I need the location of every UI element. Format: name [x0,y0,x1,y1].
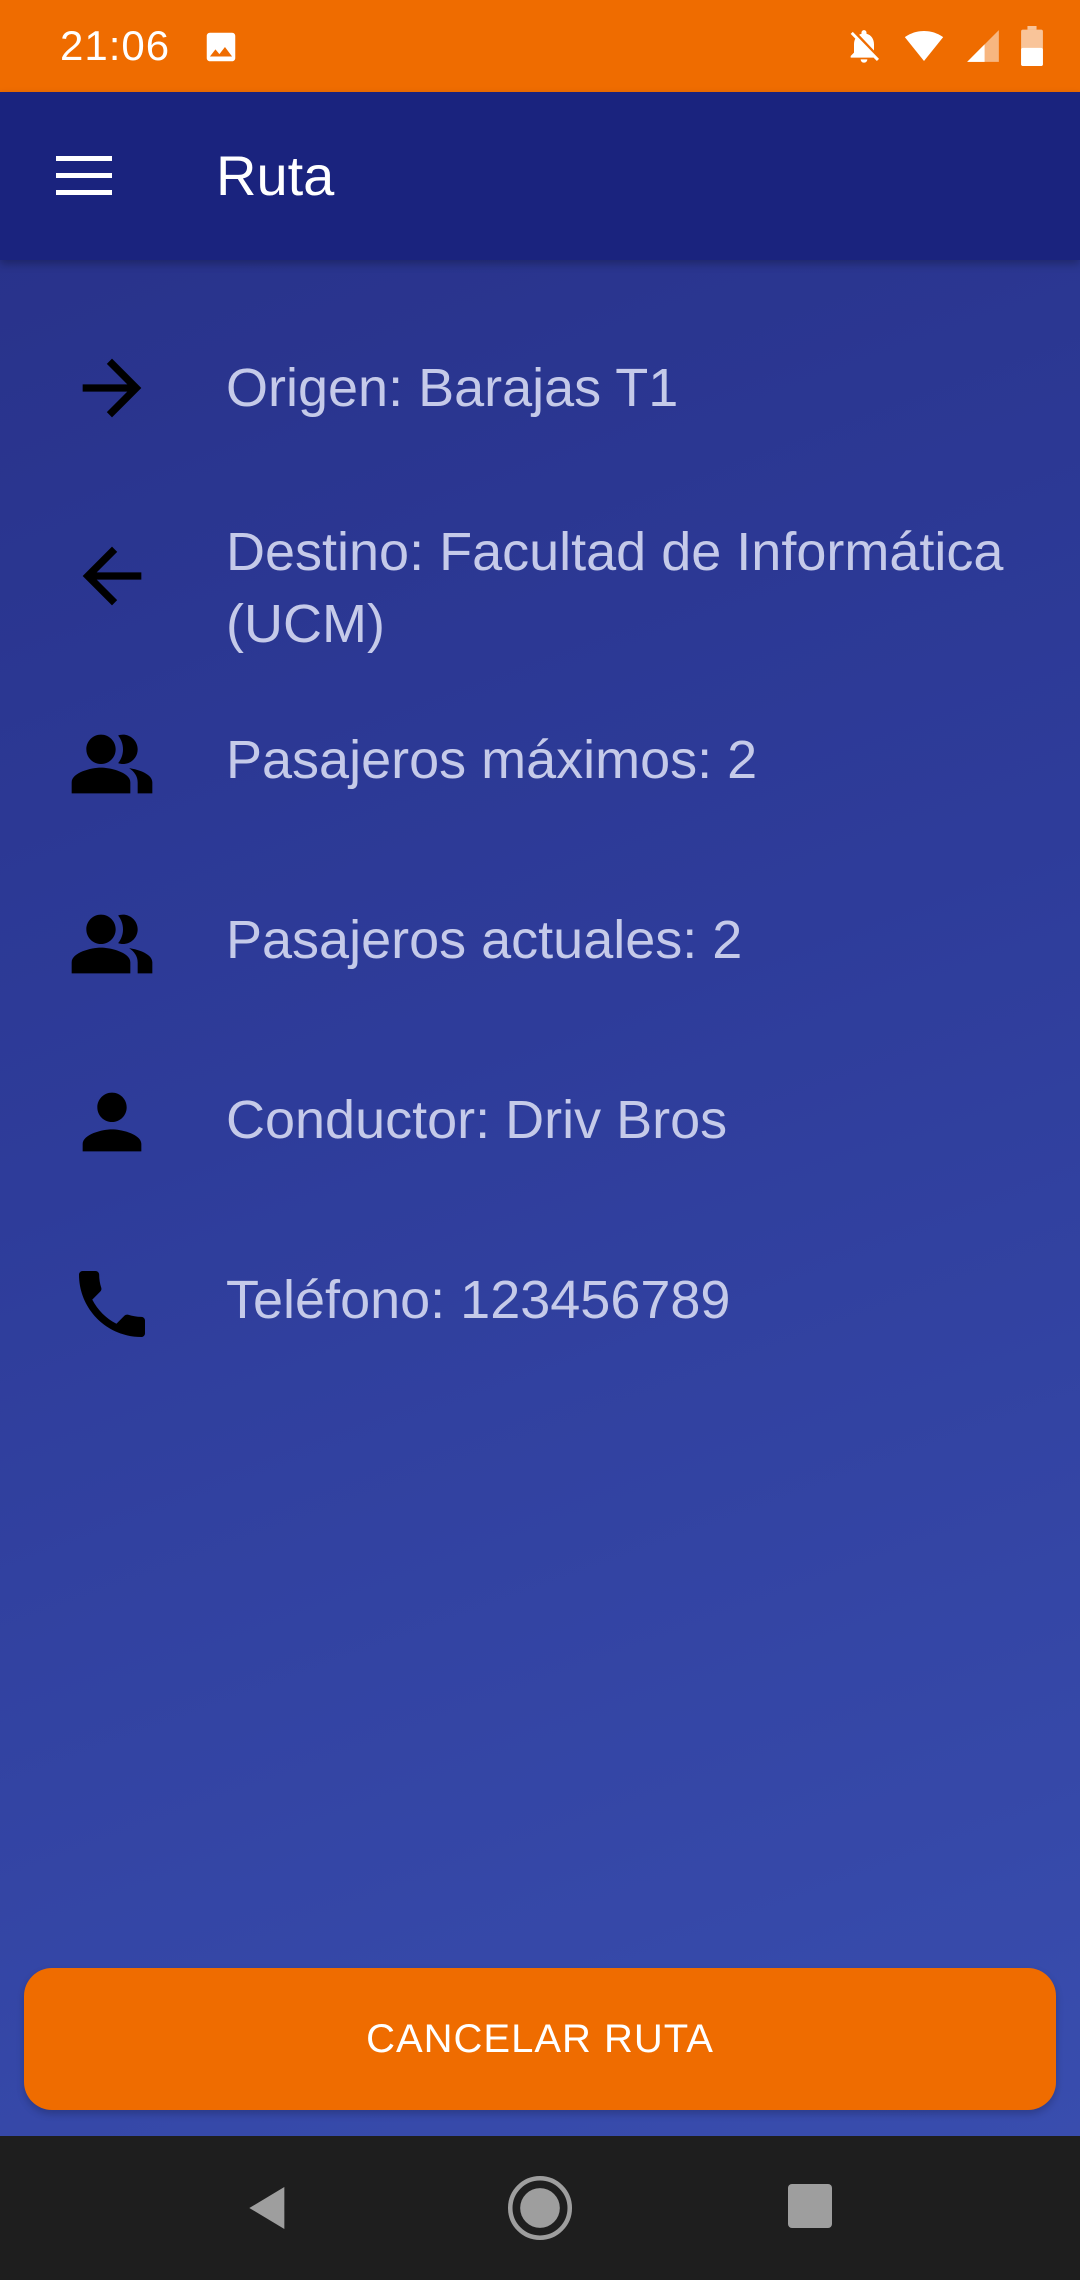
person-icon [82,1092,142,1152]
phone-text: Teléfono: 123456789 [226,1270,731,1330]
recents-icon[interactable] [786,2182,834,2230]
system-nav-bar [0,2136,1080,2280]
people-icon [71,914,153,974]
destination-text: Destino: Facultad de Informática (UCM) [226,522,1004,654]
current-passengers-text: Pasajeros actuales: 2 [226,910,743,970]
driver-text: Conductor: Driv Bros [226,1090,728,1150]
cancel-route-button[interactable]: CANCELAR RUTA [24,1968,1056,2110]
signal-icon [967,30,999,62]
status-bar: 21:06 [0,0,1080,92]
max-passengers-text: Pasajeros máximos: 2 [226,730,758,790]
wifi-icon [904,31,944,61]
status-time: 21:06 [60,22,171,69]
origin-text: Origen: Barajas T1 [226,358,679,418]
battery-icon [1021,26,1043,66]
back-icon[interactable] [240,2180,296,2236]
arrow-left-icon [82,546,142,606]
page-title: Ruta [216,144,335,207]
phone-icon [79,1271,145,1337]
home-icon[interactable] [506,2174,574,2242]
arrow-right-icon [82,358,142,418]
menu-icon[interactable] [56,156,112,196]
people-icon [71,734,153,794]
app-bar: Ruta [0,92,1080,260]
notifications-off-icon [850,30,879,63]
image-icon [206,32,236,62]
status-icons [844,24,1044,68]
